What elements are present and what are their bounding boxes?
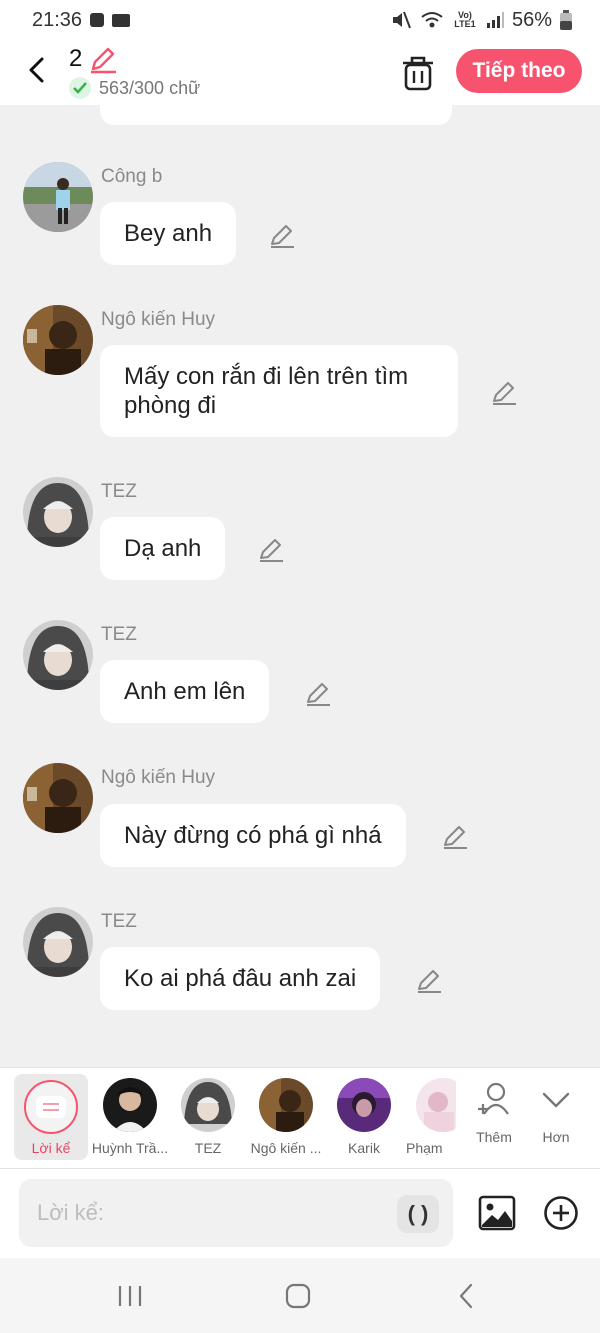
character-label: Huỳnh Trầ... (91, 1140, 169, 1156)
back-button[interactable] (18, 52, 54, 88)
character-item[interactable]: Karik (324, 1076, 404, 1156)
narrator-label: Lời kể (31, 1140, 71, 1156)
network-label: Vo) LTE1 (454, 10, 476, 29)
character-label: Ngô kiến ... (250, 1140, 322, 1156)
recent-apps-icon (118, 1286, 142, 1306)
sender-name: Công b (101, 166, 163, 187)
previous-message-bubble[interactable] (100, 105, 452, 125)
home-button[interactable] (278, 1280, 318, 1312)
add-circle-icon[interactable] (543, 1195, 579, 1231)
system-nav-bar (0, 1258, 600, 1333)
edit-message-icon[interactable] (268, 222, 296, 250)
edit-title-icon[interactable] (88, 44, 118, 74)
chevron-left-icon (29, 57, 44, 83)
status-bar: 21:36 Vo) LTE1 56% (0, 0, 600, 40)
edit-message-icon[interactable] (490, 379, 518, 407)
character-item[interactable]: Huỳnh Trầ... (90, 1076, 170, 1156)
parentheses-button[interactable]: ( ) (397, 1195, 439, 1233)
message-bubble[interactable]: Bey anh (100, 202, 237, 265)
status-time: 21:36 (32, 8, 83, 31)
message-bubble[interactable]: Anh em lên (100, 660, 270, 723)
sender-name: TEZ (101, 911, 137, 932)
story-title: 2 (69, 45, 83, 72)
app-header: 2 563/300 chữ Tiếp theo (0, 40, 600, 105)
add-character-button[interactable]: Thêm (464, 1080, 524, 1145)
trash-icon[interactable] (398, 52, 438, 92)
message-bubble[interactable]: Dạ anh (100, 517, 226, 580)
sender-name: Ngô kiến Huy (101, 767, 216, 788)
avatar (416, 1078, 456, 1132)
avatar (259, 1078, 313, 1132)
message-bubble[interactable]: Ko ai phá đâu anh zai (100, 947, 381, 1010)
sender-name: TEZ (101, 624, 137, 645)
message-bubble[interactable]: Mấy con rắn đi lên trên tìm phòng đi (100, 345, 458, 437)
avatar[interactable] (23, 763, 93, 833)
image-icon[interactable] (478, 1195, 516, 1231)
message-input[interactable]: Lời kể: (19, 1179, 453, 1247)
word-counter: 563/300 chữ (69, 77, 200, 99)
narrator-selector[interactable]: Lời kể (14, 1074, 88, 1160)
avatar[interactable] (23, 907, 93, 977)
recent-apps-button[interactable] (110, 1280, 150, 1312)
wifi-icon (421, 12, 443, 28)
character-label: TEZ (194, 1140, 222, 1156)
mute-icon (392, 11, 411, 29)
avatar (103, 1078, 157, 1132)
avatar[interactable] (23, 162, 93, 232)
character-label: Phạm (406, 1140, 443, 1156)
character-bar: Lời kể Huỳnh Trầ... TEZ Ngô kiến ... Kar… (0, 1067, 600, 1169)
signal-icon (486, 12, 504, 28)
battery-icon (560, 10, 572, 30)
input-bar: Lời kể: ( ) (0, 1169, 600, 1258)
character-label: Karik (348, 1140, 380, 1156)
avatar[interactable] (23, 620, 93, 690)
folder-icon (112, 13, 131, 27)
back-nav-icon (459, 1283, 473, 1309)
add-user-icon (478, 1082, 509, 1115)
sender-name: Ngô kiến Huy (101, 309, 216, 330)
alarm-icon (90, 13, 105, 27)
narrator-icon (24, 1080, 78, 1134)
avatar (337, 1078, 391, 1132)
avatar (181, 1078, 235, 1132)
character-item[interactable]: Phạm (402, 1076, 456, 1156)
back-nav-button[interactable] (446, 1280, 486, 1312)
character-item[interactable]: Ngô kiến ... (246, 1076, 326, 1156)
home-icon (285, 1283, 311, 1309)
chat-area[interactable]: Công b Bey anh Ngô kiến Huy Mấy con rắn … (0, 105, 600, 1067)
check-icon (69, 77, 91, 99)
edit-message-icon[interactable] (441, 823, 469, 851)
expand-label: Hơn (542, 1129, 570, 1145)
expand-button[interactable]: Hơn (526, 1080, 586, 1145)
add-character-label: Thêm (476, 1129, 512, 1145)
word-count-text: 563/300 chữ (99, 77, 201, 98)
message-bubble[interactable]: Này đừng có phá gì nhá (100, 804, 406, 867)
chevron-down-icon (542, 1092, 570, 1108)
next-button[interactable]: Tiếp theo (456, 49, 582, 93)
character-item[interactable]: TEZ (168, 1076, 248, 1156)
edit-message-icon[interactable] (257, 536, 285, 564)
avatar[interactable] (23, 477, 93, 547)
sender-name: TEZ (101, 481, 137, 502)
battery-percent: 56% (511, 8, 552, 31)
edit-message-icon[interactable] (415, 967, 443, 995)
avatar[interactable] (23, 305, 93, 375)
edit-message-icon[interactable] (304, 680, 332, 708)
